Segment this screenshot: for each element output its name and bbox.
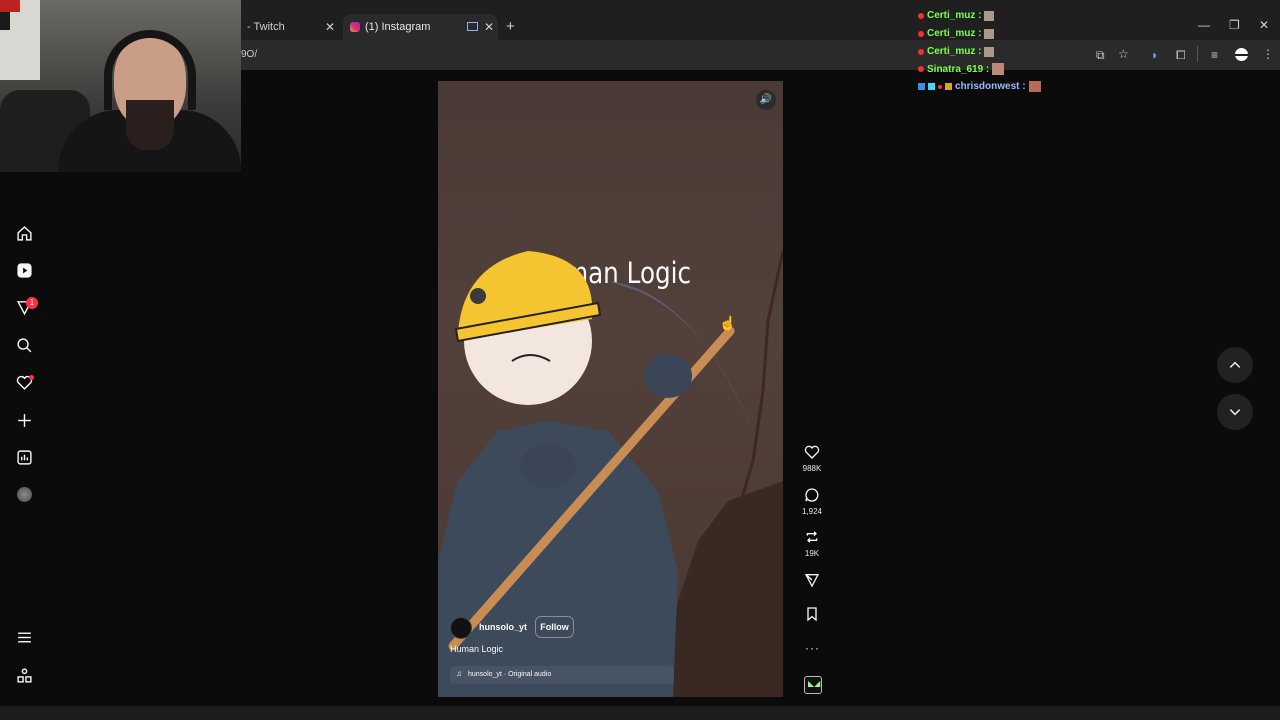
chevron-up-icon <box>1229 361 1241 368</box>
home-icon[interactable] <box>14 223 34 243</box>
emote-icon <box>984 46 995 57</box>
reels-icon[interactable] <box>14 260 34 280</box>
headphones <box>104 30 196 110</box>
restore-icon[interactable]: ❐ <box>1229 18 1240 32</box>
chat-badge-icon <box>918 30 924 37</box>
close-icon[interactable]: ✕ <box>484 20 494 34</box>
music-icon: ♫ <box>456 669 462 678</box>
reel-caption: Human Logic <box>450 644 504 654</box>
follow-button[interactable]: Follow <box>535 616 574 638</box>
comment-count: 1,924 <box>801 507 823 516</box>
create-icon[interactable] <box>14 410 34 430</box>
chat-line: Certi_muz : <box>918 46 995 57</box>
menu-icon[interactable] <box>14 627 34 647</box>
dashboard-icon[interactable] <box>14 447 34 467</box>
speaker-icon[interactable]: 🔊 <box>756 90 776 110</box>
creator-avatar[interactable] <box>450 617 472 639</box>
chat-line: chrisdonwest : <box>918 81 1041 92</box>
activity-dot <box>29 375 34 380</box>
comment-button[interactable] <box>804 487 820 508</box>
profile-avatar[interactable] <box>1235 48 1248 61</box>
poster-flag-red <box>0 0 20 12</box>
repost-count: 19K <box>804 549 820 558</box>
chat-line: Certi_muz : <box>918 28 995 39</box>
tab-instagram[interactable]: (1) Instagram ✕ <box>343 14 498 40</box>
cursor-hand-icon: ☝ <box>719 315 737 331</box>
audio-thumbnail[interactable]: ◣◢ <box>804 676 822 694</box>
instagram-icon <box>350 22 360 32</box>
next-reel-button[interactable] <box>1217 394 1253 430</box>
more-icon[interactable]: ··· <box>805 641 820 655</box>
save-button[interactable] <box>804 606 820 627</box>
puzzle-icon[interactable]: ⧠ <box>1176 48 1186 63</box>
tab-media-icon <box>467 22 478 31</box>
profile-avatar[interactable] <box>17 487 32 502</box>
chat-badge-icon <box>918 48 924 55</box>
apps-icon[interactable] <box>14 665 34 685</box>
like-count: 988K <box>802 464 822 473</box>
search-icon[interactable] <box>14 335 34 355</box>
notification-badge: 1 <box>26 297 38 309</box>
chat-line: Certi_muz : <box>918 10 995 21</box>
cast-icon[interactable]: ⧉ <box>1096 48 1105 63</box>
chat-badge-icon <box>918 83 925 90</box>
emote-icon <box>984 28 995 39</box>
emote-icon <box>992 63 1005 75</box>
audio-cover-icon: ◣◢ <box>808 679 821 688</box>
tab-label: (1) Instagram <box>365 21 431 33</box>
chat-badge-icon <box>918 12 924 19</box>
chat-username: Certi_muz : <box>927 28 982 39</box>
divider <box>1197 46 1198 62</box>
chat-username: chrisdonwest : <box>955 81 1026 92</box>
chat-badge-icon <box>945 83 952 90</box>
menu-kebab-icon[interactable]: ⋮ <box>1262 47 1274 61</box>
repost-button[interactable] <box>804 529 820 550</box>
bookmark-icon <box>807 607 817 622</box>
bottom-strip <box>0 706 1280 720</box>
chat-badge-icon <box>938 84 942 89</box>
heart-icon <box>804 445 820 459</box>
emote-icon <box>1028 81 1041 92</box>
webcam-overlay <box>0 0 241 172</box>
share-button[interactable] <box>804 572 820 593</box>
close-window-icon[interactable]: ✕ <box>1259 18 1269 32</box>
audio-label: hunsolo_yt · Original audio <box>468 671 552 678</box>
tab-label: - Twitch <box>247 21 285 33</box>
minimize-icon[interactable]: — <box>1198 18 1210 32</box>
chat-badge-icon <box>918 66 924 72</box>
new-tab-button[interactable]: + <box>506 18 515 35</box>
url-text[interactable]: 9O/ <box>241 49 257 60</box>
like-button[interactable] <box>804 444 820 465</box>
tab-twitch[interactable]: - Twitch ✕ <box>241 14 341 40</box>
emote-icon <box>984 10 995 21</box>
chevron-down-icon <box>1229 409 1241 416</box>
chat-username: Certi_muz : <box>927 10 982 21</box>
close-icon[interactable]: ✕ <box>325 20 335 34</box>
chat-badge-icon <box>928 83 935 90</box>
comment-icon <box>805 488 819 502</box>
repost-icon <box>806 531 818 543</box>
extension-icon[interactable]: ◗ <box>1151 48 1158 62</box>
reel-video[interactable]: Human Logic 🔊 hunsolo_yt Follow Human Lo… <box>438 81 783 697</box>
creator-username[interactable]: hunsolo_yt <box>479 622 527 632</box>
bookmark-star-icon[interactable]: ☆ <box>1118 47 1129 61</box>
send-icon <box>804 574 820 588</box>
chat-line: Sinatra_619 : <box>918 63 1005 75</box>
chat-username: Certi_muz : <box>927 46 982 57</box>
chat-username: Sinatra_619 : <box>927 63 990 75</box>
media-controls-icon[interactable]: ≡ <box>1211 48 1218 62</box>
audio-pill[interactable]: ♫ hunsolo_yt · Original audio <box>450 666 674 684</box>
previous-reel-button[interactable] <box>1217 347 1253 383</box>
